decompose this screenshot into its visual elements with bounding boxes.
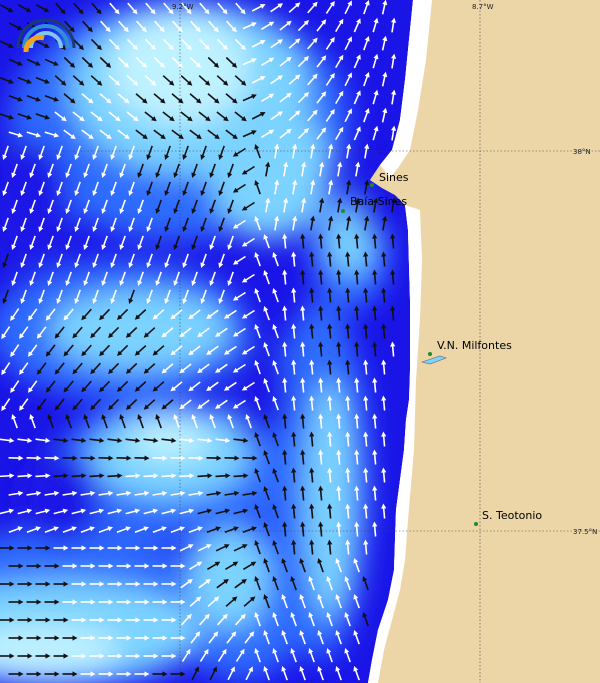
place-label-baia-sines: Baía Sines xyxy=(350,195,407,208)
map-canvas: 9.2°W 8.7°W 38°N 37.5°N Sines Baía Sines… xyxy=(0,0,600,683)
grid-label-lat-bottom: 37.5°N xyxy=(573,528,597,536)
place-marker xyxy=(474,522,478,526)
place-marker xyxy=(341,209,345,213)
place-label-sines: Sines xyxy=(379,171,409,184)
current-map: 9.2°W 8.7°W 38°N 37.5°N Sines Baía Sines… xyxy=(0,0,600,683)
place-marker xyxy=(428,352,432,356)
grid-label-lat-top: 38°N xyxy=(573,148,591,156)
grid-label-lon-right: 8.7°W xyxy=(472,3,494,11)
place-label-milfontes: V.N. Milfontes xyxy=(437,339,512,352)
grid-label-lon-left: 9.2°W xyxy=(172,3,194,11)
place-marker xyxy=(370,183,374,187)
place-label-teotonio: S. Teotonio xyxy=(482,509,542,522)
